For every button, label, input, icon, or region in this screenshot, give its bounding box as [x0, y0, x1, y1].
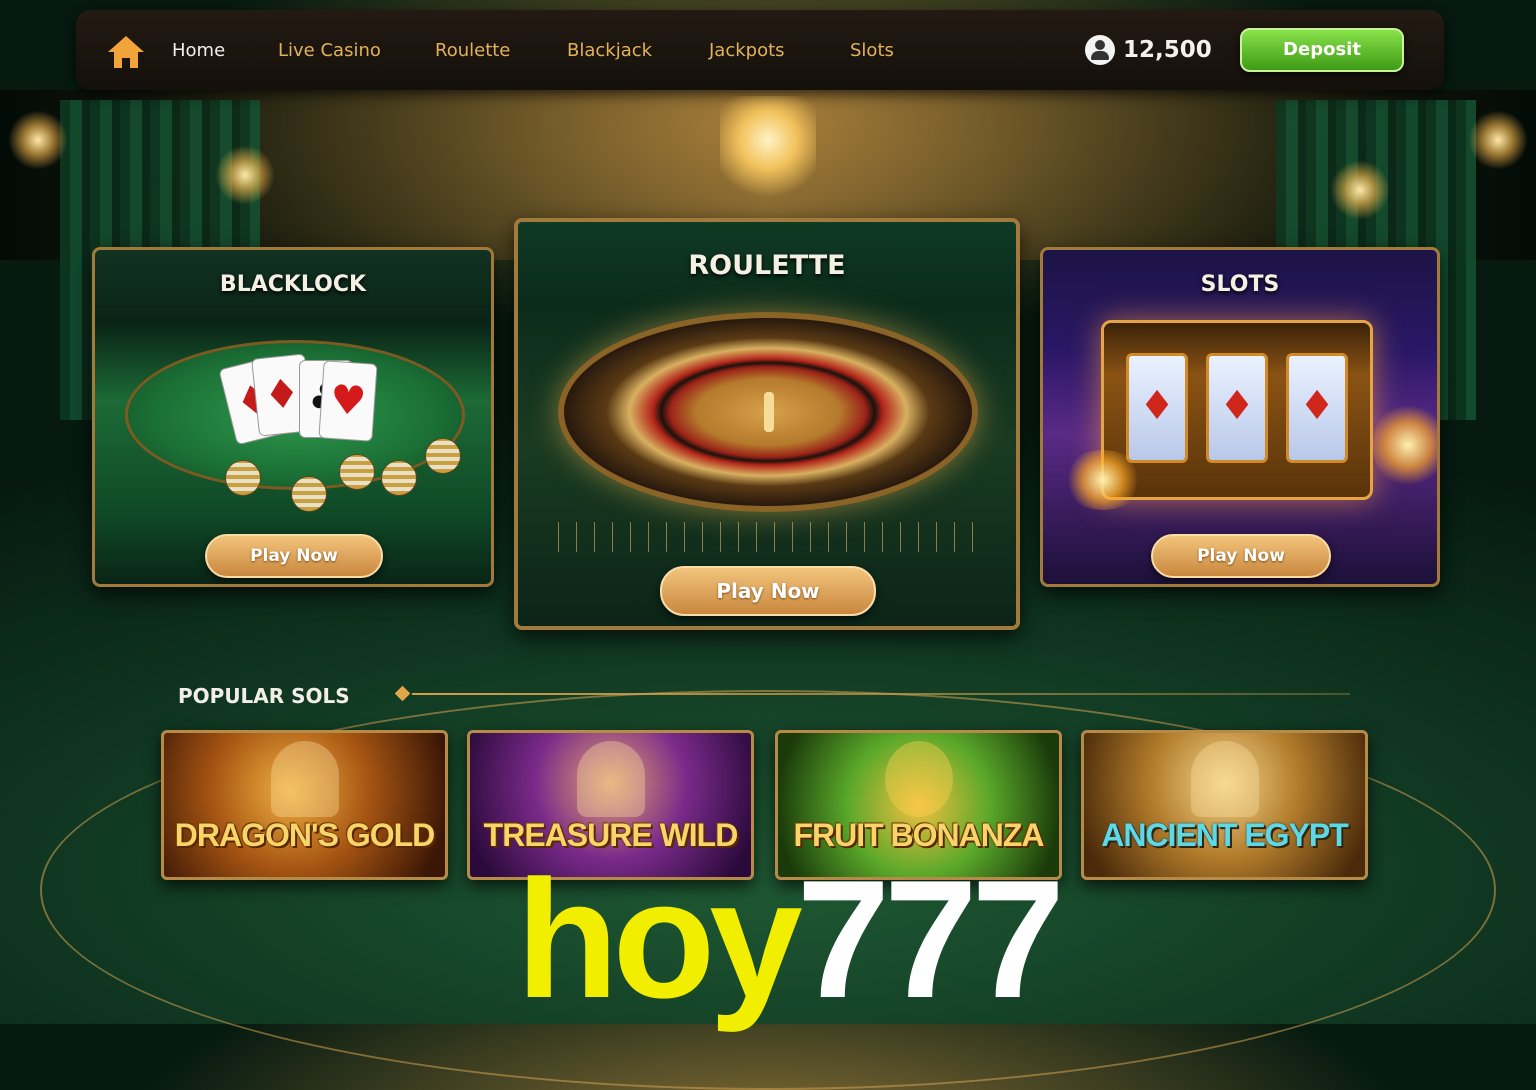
- pharaoh-art: [1190, 741, 1259, 817]
- chip-stack: [339, 454, 375, 490]
- balance-display: 12,500: [1085, 35, 1212, 65]
- wheel-hub: [764, 392, 774, 432]
- divider-diamond-icon: [394, 685, 411, 702]
- roulette-play-button[interactable]: Play Now: [660, 566, 876, 616]
- watermark: hoy777: [516, 855, 1065, 1023]
- popular-section-title: POPULAR SOLS: [178, 684, 350, 708]
- dragon-art: [270, 741, 339, 817]
- slot-reel: ♦: [1286, 353, 1348, 463]
- nav-live-casino[interactable]: Live Casino: [278, 40, 381, 61]
- slot-reel: ♦: [1206, 353, 1268, 463]
- wall-lamp: [1330, 160, 1390, 220]
- slot-reel: ♦: [1126, 353, 1188, 463]
- user-icon[interactable]: [1085, 35, 1115, 65]
- slots-card[interactable]: SLOTS ♦ ♦ ♦ Play Now: [1040, 247, 1440, 587]
- slot-tile-ancient-egypt[interactable]: ANCIENT EGYPT: [1081, 730, 1368, 880]
- gold-coins: [1063, 450, 1143, 510]
- roulette-title: ROULETTE: [688, 250, 846, 281]
- character-art: [576, 741, 645, 817]
- slots-title: SLOTS: [1200, 272, 1280, 297]
- wall-lamp: [8, 110, 68, 170]
- chip-stack: [291, 476, 327, 512]
- watermark-part1: hoy: [516, 845, 803, 1033]
- balance-value: 12,500: [1123, 37, 1212, 63]
- wall-lamp: [215, 145, 275, 205]
- blackjack-card[interactable]: BLACKLOCK ♦ ♦ ♣ ♥ Play Now: [92, 247, 494, 587]
- slots-play-button[interactable]: Play Now: [1151, 534, 1331, 578]
- nav-blackjack[interactable]: Blackjack: [567, 40, 652, 61]
- nav-jackpots[interactable]: Jackpots: [709, 40, 785, 61]
- slot-tile-name: ANCIENT EGYPT: [1101, 817, 1349, 853]
- roulette-card[interactable]: ROULETTE Play Now: [514, 218, 1020, 630]
- wall-lamp: [1468, 110, 1528, 170]
- nav-home[interactable]: Home: [172, 40, 225, 61]
- deposit-button[interactable]: Deposit: [1240, 28, 1404, 72]
- home-icon[interactable]: [106, 34, 146, 70]
- chandelier: [720, 96, 816, 206]
- fruit-art: [884, 741, 953, 817]
- chip-stack: [225, 460, 261, 496]
- blackjack-play-button[interactable]: Play Now: [205, 534, 383, 578]
- gold-bell: [1373, 400, 1437, 490]
- betting-grid: [558, 522, 978, 552]
- chip-stack: [425, 438, 461, 474]
- nav-roulette[interactable]: Roulette: [435, 40, 510, 61]
- section-divider: [412, 693, 1350, 695]
- slot-tile-name: DRAGON'S GOLD: [174, 817, 436, 853]
- watermark-part2: 777: [796, 845, 1065, 1033]
- playing-card: ♥: [318, 360, 378, 442]
- slot-tile-dragons-gold[interactable]: DRAGON'S GOLD: [161, 730, 448, 880]
- chip-stack: [381, 460, 417, 496]
- blackjack-title: BLACKLOCK: [219, 272, 367, 297]
- nav-slots[interactable]: Slots: [850, 40, 894, 61]
